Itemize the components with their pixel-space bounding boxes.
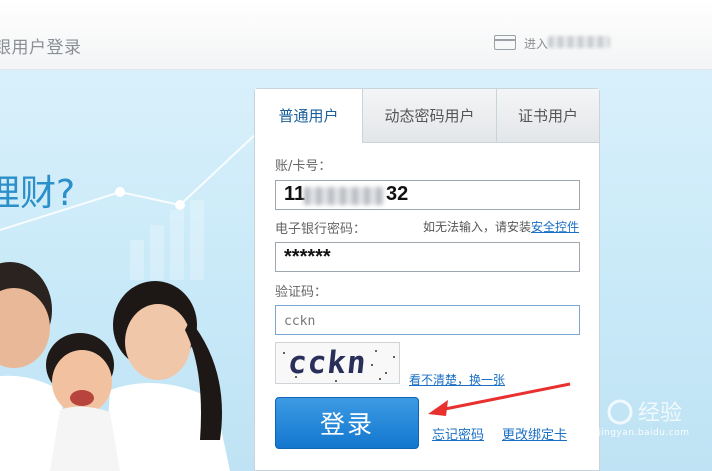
- password-hint: 如无法输入，请安装安全控件: [423, 218, 579, 235]
- captcha-image[interactable]: cckn: [275, 342, 400, 384]
- login-button[interactable]: 登录: [275, 397, 419, 449]
- watermark-url: jingyan.baidu.com: [598, 428, 690, 438]
- install-security-control-link[interactable]: 安全控件: [531, 220, 579, 234]
- card-icon[interactable]: [494, 35, 516, 50]
- captcha-label: 验证码：: [275, 285, 328, 300]
- password-mask: ******: [284, 246, 331, 268]
- forgot-password-link[interactable]: 忘记密码: [432, 424, 484, 443]
- family-photo: [0, 262, 230, 471]
- captcha-image-text: cckn: [286, 345, 369, 381]
- tab-normal-user[interactable]: 普通用户: [255, 89, 362, 143]
- svg-text:经验: 经验: [638, 401, 682, 426]
- account-label: 账/卡号：: [275, 159, 332, 174]
- account-prefix: 11: [284, 183, 306, 205]
- page-title: 银用户登录: [0, 38, 82, 58]
- top-header: 银用户登录 进入: [0, 0, 712, 70]
- password-label: 电子银行密码：: [275, 222, 367, 237]
- captcha-input[interactable]: cckn: [275, 305, 580, 335]
- captcha-value: cckn: [284, 314, 316, 329]
- tab-certificate-user[interactable]: 证书用户: [496, 89, 599, 143]
- account-suffix: 32: [386, 183, 409, 205]
- banner-slogan: 理财?: [0, 173, 76, 214]
- tab-dynamic-password-user[interactable]: 动态密码用户: [362, 89, 496, 143]
- password-hint-text: 如无法输入，请安装: [423, 220, 532, 234]
- blurred-link-text: [548, 36, 610, 48]
- login-tabs: 普通用户 动态密码用户 证书用户: [255, 89, 599, 143]
- svg-text:Bai: Bai: [550, 395, 595, 426]
- enter-link[interactable]: 进入: [524, 35, 548, 52]
- password-input[interactable]: ******: [275, 242, 580, 272]
- account-input[interactable]: 11 32: [275, 180, 580, 210]
- account-blur-mask: [304, 187, 384, 205]
